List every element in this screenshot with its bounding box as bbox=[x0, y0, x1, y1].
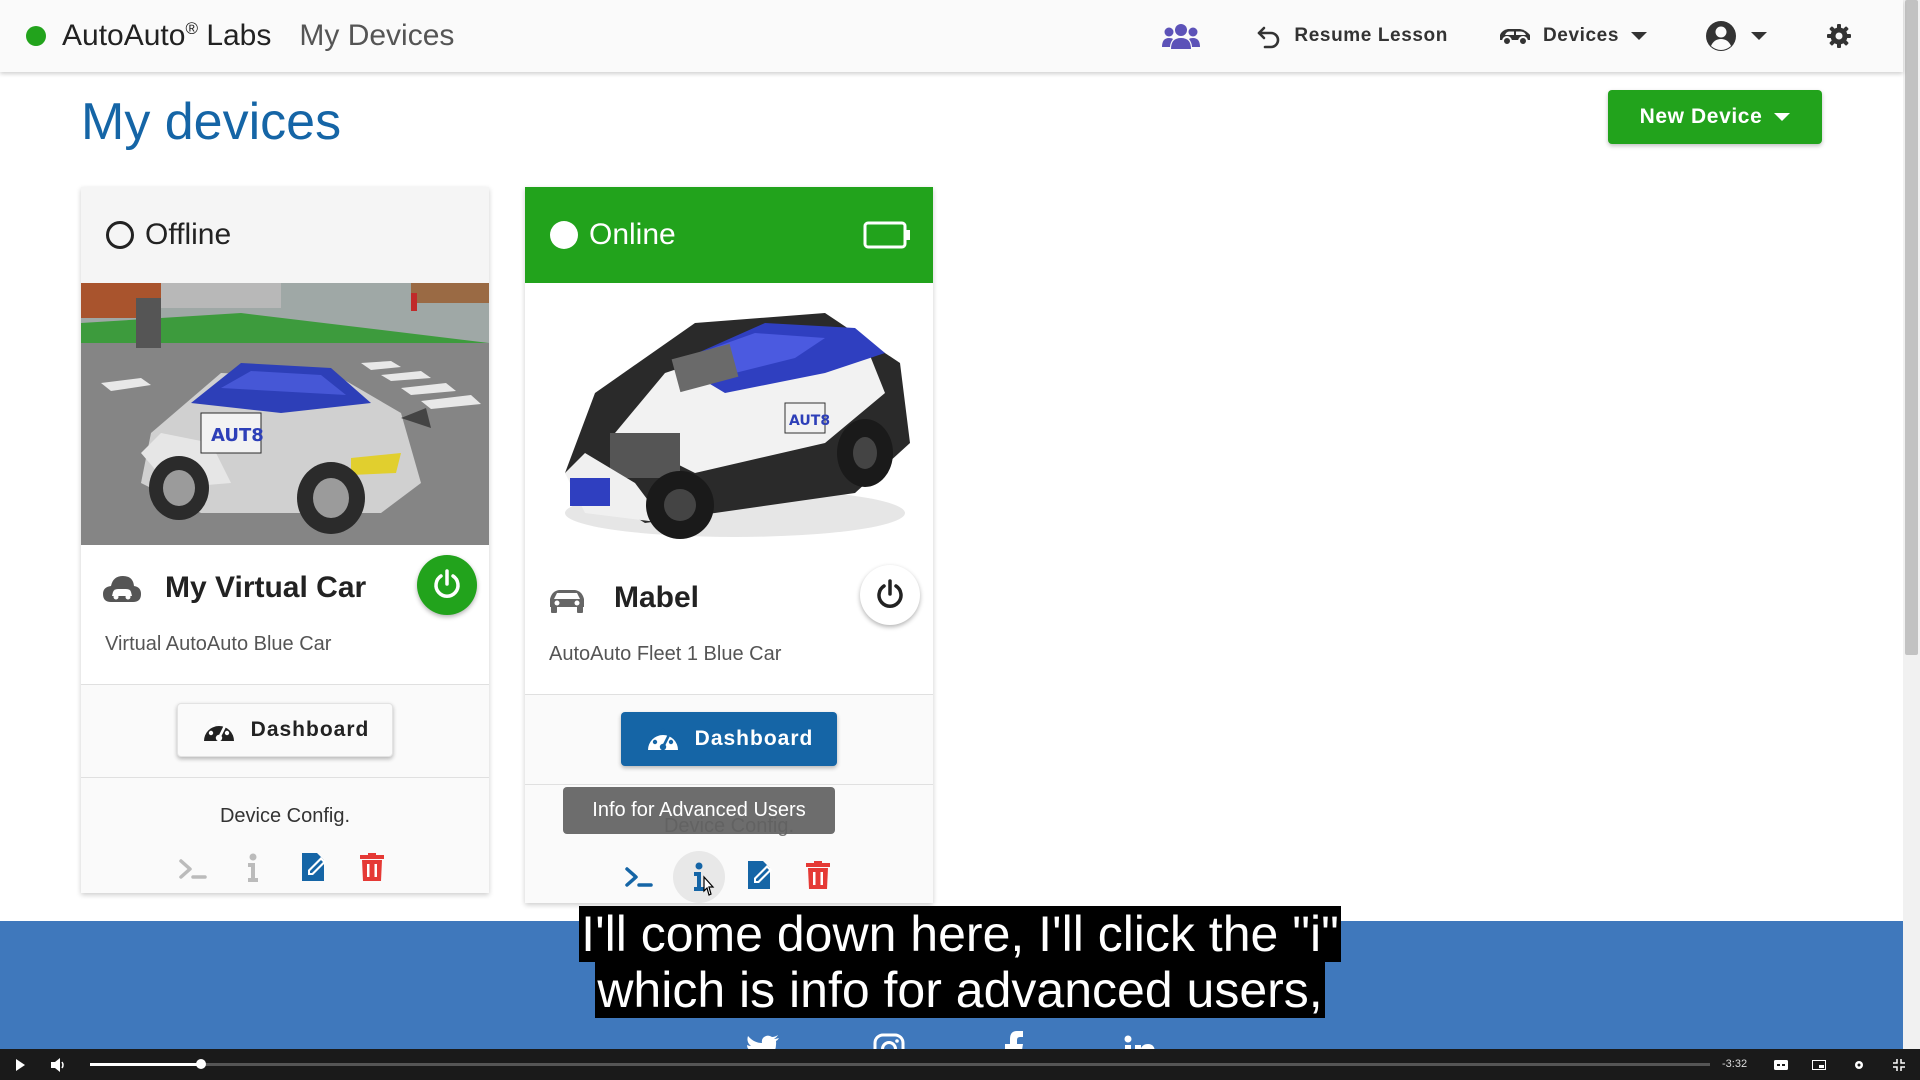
card-divider bbox=[81, 777, 489, 778]
volume-button[interactable] bbox=[46, 1049, 72, 1080]
device-config-label: Device Config. bbox=[219, 805, 351, 827]
chevron-down-icon bbox=[1631, 32, 1647, 40]
terminal-button[interactable] bbox=[624, 862, 654, 892]
dashboard-label: Dashboard bbox=[694, 727, 814, 750]
offline-circle-icon bbox=[106, 221, 134, 249]
car-icon bbox=[550, 590, 584, 613]
device-card-virtual: Offline AUT8 My Virtual Car Virtual Auto… bbox=[81, 187, 489, 893]
closed-captions-icon bbox=[1774, 1059, 1788, 1070]
video-caption: I'll come down here, I'll click the "i" … bbox=[0, 906, 1920, 1018]
car-icon bbox=[1499, 29, 1530, 46]
dashboard-gauge-icon bbox=[203, 719, 234, 742]
svg-text:AUT8: AUT8 bbox=[211, 425, 264, 446]
info-button[interactable] bbox=[240, 852, 266, 884]
edit-document-icon bbox=[748, 861, 772, 889]
mabel-car-photo: AUT8 bbox=[565, 313, 910, 539]
brand-logo[interactable]: AutoAuto® Labs bbox=[62, 19, 271, 53]
play-button[interactable] bbox=[8, 1049, 32, 1080]
dashboard-gauge-icon bbox=[647, 728, 678, 751]
mabel-car-image: AUT8 bbox=[525, 283, 933, 553]
cloud-car-icon bbox=[103, 576, 141, 602]
chevron-down-icon bbox=[1774, 113, 1791, 121]
devices-menu[interactable]: Devices bbox=[1498, 25, 1647, 47]
edit-document-icon bbox=[302, 853, 326, 881]
info-icon bbox=[248, 853, 258, 882]
mouse-pointer-icon bbox=[703, 875, 715, 896]
video-progress-handle[interactable] bbox=[196, 1059, 206, 1069]
dashboard-button[interactable]: Dashboard bbox=[621, 712, 837, 766]
page-scrollbar[interactable] bbox=[1903, 0, 1920, 1049]
new-device-label: New Device bbox=[1639, 105, 1763, 128]
people-group-icon bbox=[1162, 24, 1201, 49]
picture-in-picture-button[interactable] bbox=[1808, 1049, 1830, 1080]
connection-status-dot bbox=[26, 26, 46, 46]
video-progress-fill bbox=[90, 1063, 200, 1066]
power-icon bbox=[434, 569, 460, 598]
fullscreen-exit-icon bbox=[1893, 1058, 1905, 1071]
class-button[interactable] bbox=[1162, 23, 1201, 49]
new-device-button[interactable]: New Device bbox=[1608, 90, 1822, 144]
video-controls: -3:32 bbox=[0, 1049, 1920, 1080]
brand-suffix: Labs bbox=[206, 19, 272, 52]
device-name: Mabel bbox=[614, 581, 700, 614]
trash-icon bbox=[806, 861, 830, 889]
edit-config-button[interactable] bbox=[299, 850, 329, 884]
battery-icon bbox=[863, 221, 910, 249]
device-status-header: Offline bbox=[81, 187, 489, 283]
settings-button[interactable] bbox=[1827, 24, 1851, 48]
edit-config-button[interactable] bbox=[745, 858, 775, 892]
device-description: AutoAuto Fleet 1 Blue Car bbox=[549, 643, 782, 665]
undo-icon bbox=[1258, 26, 1280, 49]
terminal-icon bbox=[179, 859, 207, 879]
info-tooltip: Info for Advanced Users bbox=[563, 787, 835, 834]
dashboard-label: Dashboard bbox=[250, 718, 370, 741]
dashboard-button[interactable]: Dashboard bbox=[177, 703, 393, 757]
volume-icon bbox=[51, 1057, 64, 1072]
device-name: My Virtual Car bbox=[165, 571, 367, 604]
video-settings-button[interactable] bbox=[1848, 1049, 1870, 1080]
brand-name: AutoAuto bbox=[62, 19, 186, 52]
delete-device-button[interactable] bbox=[359, 851, 385, 883]
power-icon bbox=[877, 579, 903, 608]
breadcrumb: My Devices bbox=[299, 19, 455, 52]
online-circle-icon bbox=[550, 221, 578, 249]
gear-icon bbox=[1827, 24, 1851, 48]
terminal-button[interactable] bbox=[178, 854, 208, 884]
gear-icon bbox=[1855, 1060, 1863, 1069]
play-icon bbox=[16, 1058, 25, 1071]
delete-device-button[interactable] bbox=[805, 859, 831, 891]
virtual-car-image: AUT8 bbox=[81, 283, 489, 545]
registered-mark: ® bbox=[185, 19, 198, 38]
device-status-label: Online bbox=[589, 218, 676, 251]
scrollbar-thumb[interactable] bbox=[1905, 0, 1918, 655]
account-menu[interactable] bbox=[1705, 20, 1767, 52]
caption-line-2: which is info for advanced users, bbox=[595, 962, 1325, 1018]
video-progress-track[interactable] bbox=[90, 1063, 1710, 1066]
virtual-car-render: AUT8 bbox=[81, 283, 489, 545]
power-button[interactable] bbox=[417, 555, 477, 615]
svg-text:AUT8: AUT8 bbox=[789, 413, 830, 429]
info-button[interactable] bbox=[673, 851, 725, 903]
caption-line-1: I'll come down here, I'll click the "i" bbox=[579, 906, 1341, 962]
power-button[interactable] bbox=[860, 565, 920, 625]
page-title: My devices bbox=[81, 93, 342, 151]
trash-icon bbox=[360, 853, 384, 881]
chevron-down-icon bbox=[1751, 32, 1767, 40]
resume-lesson-label: Resume Lesson bbox=[1294, 25, 1448, 46]
device-status-header: Online bbox=[525, 187, 933, 283]
resume-lesson-button[interactable]: Resume Lesson bbox=[1256, 23, 1448, 49]
top-navbar: AutoAuto® Labs My Devices Resume Lesson bbox=[0, 0, 1903, 72]
captions-button[interactable] bbox=[1770, 1049, 1792, 1080]
terminal-icon bbox=[625, 867, 653, 887]
video-time-remaining: -3:32 bbox=[1722, 1058, 1748, 1070]
fullscreen-exit-button[interactable] bbox=[1888, 1049, 1910, 1080]
device-status-label: Offline bbox=[145, 218, 232, 251]
device-description: Virtual AutoAuto Blue Car bbox=[105, 633, 332, 655]
user-circle-icon bbox=[1706, 21, 1736, 51]
picture-in-picture-icon bbox=[1812, 1059, 1826, 1070]
devices-label: Devices bbox=[1542, 25, 1619, 46]
card-divider bbox=[525, 784, 933, 785]
